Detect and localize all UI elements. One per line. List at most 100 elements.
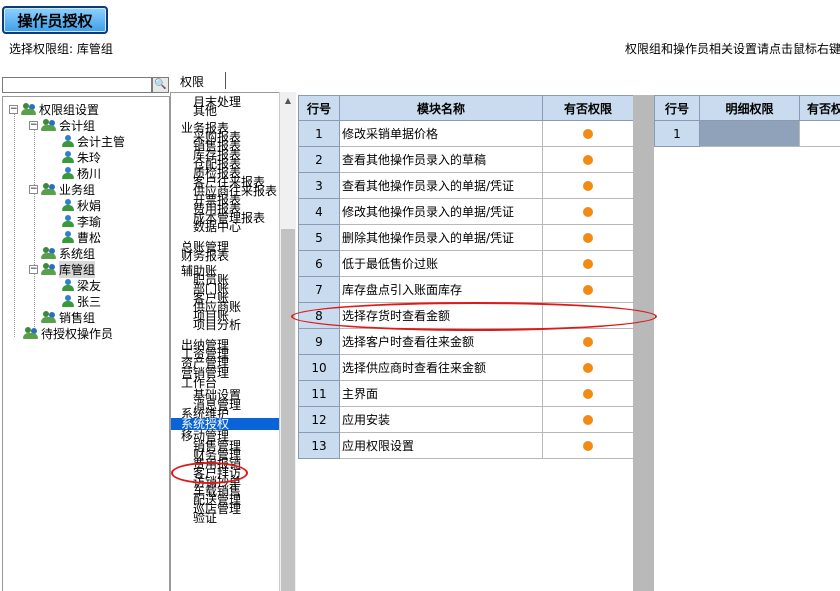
column-header-row-no[interactable]: 行号: [298, 95, 340, 121]
tree-node-member[interactable]: 秋娟: [61, 197, 101, 213]
tree-node-root[interactable]: − 权限组设置: [9, 101, 99, 117]
tree-node-label: 曹松: [77, 230, 102, 245]
tree-node-label: 权限组设置: [39, 102, 100, 117]
tree-node-label: 梁友: [77, 278, 102, 293]
hint-text: 权限组和操作员相关设置请点击鼠标右键: [625, 42, 840, 56]
column-header-row-no[interactable]: 行号: [654, 95, 700, 121]
collapse-icon[interactable]: −: [29, 264, 38, 274]
table-row[interactable]: 1 修改采销单据价格: [298, 120, 634, 147]
table-row[interactable]: 9 选择客户时查看往来金额: [298, 328, 634, 355]
collapse-icon[interactable]: −: [29, 184, 38, 194]
permission-cell[interactable]: [542, 172, 634, 199]
tree-node-group-selected[interactable]: − 库管组: [29, 260, 96, 278]
table-row[interactable]: 8 选择存货时查看金额: [298, 302, 634, 329]
search-button[interactable]: 🔍: [152, 77, 169, 93]
tree-node-member[interactable]: 张三: [61, 293, 101, 309]
module-name-cell[interactable]: 库存盘点引入账面库存: [339, 276, 543, 303]
tree-node-label: 系统组: [59, 246, 96, 261]
table-row[interactable]: 6 低于最低售价过账: [298, 250, 634, 277]
tree-node-member[interactable]: 梁友: [61, 277, 101, 293]
group-icon: [41, 182, 57, 196]
search-input[interactable]: [2, 77, 152, 93]
tree-node-label: 杨川: [77, 166, 102, 181]
permission-cell[interactable]: [542, 380, 634, 407]
module-name-cell[interactable]: 查看其他操作员录入的单据/凭证: [339, 172, 543, 199]
module-item[interactable]: 验证: [193, 512, 217, 524]
tree-node-member[interactable]: 曹松: [61, 229, 101, 245]
collapse-icon[interactable]: −: [9, 104, 18, 114]
user-icon: [61, 214, 75, 228]
permission-cell[interactable]: [542, 354, 634, 381]
table-row[interactable]: 12 应用安装: [298, 406, 634, 433]
module-name-cell[interactable]: 应用安装: [339, 406, 543, 433]
table-row[interactable]: 1: [654, 120, 840, 147]
row-number: 12: [298, 406, 340, 433]
module-name-cell[interactable]: 主界面: [339, 380, 543, 407]
scroll-up-icon[interactable]: ▲: [280, 92, 296, 109]
tree-node-group[interactable]: 系统组: [41, 245, 95, 261]
module-tree-scrollbar[interactable]: ▲: [279, 92, 296, 591]
table-row[interactable]: 11 主界面: [298, 380, 634, 407]
permission-cell[interactable]: [542, 276, 634, 303]
table-row[interactable]: 10 选择供应商时查看往来金额: [298, 354, 634, 381]
module-name-cell[interactable]: 修改其他操作员录入的单据/凭证: [339, 198, 543, 225]
module-item[interactable]: 其他: [193, 105, 217, 117]
detail-cell[interactable]: [799, 120, 840, 147]
permission-cell[interactable]: [542, 328, 634, 355]
user-icon: [61, 134, 75, 148]
tree-node-group[interactable]: − 业务组: [29, 181, 95, 197]
column-header-module-name[interactable]: 模块名称: [339, 95, 543, 121]
permission-granted-icon: [583, 129, 593, 139]
permission-granted-icon: [583, 181, 593, 191]
module-item[interactable]: 项目分析: [193, 319, 241, 331]
permission-cell[interactable]: [542, 302, 634, 329]
tree-node-label: 库管组: [59, 260, 96, 278]
column-header-has-permission[interactable]: 有否权限: [542, 95, 634, 121]
row-number: 9: [298, 328, 340, 355]
detail-cell[interactable]: [699, 120, 800, 147]
module-name-cell[interactable]: 应用权限设置: [339, 432, 543, 459]
splitter[interactable]: [633, 95, 654, 591]
module-item[interactable]: 财务报表: [181, 250, 229, 262]
module-name-cell[interactable]: 查看其他操作员录入的草稿: [339, 146, 543, 173]
module-name-cell[interactable]: 选择供应商时查看往来金额: [339, 354, 543, 381]
table-row[interactable]: 7 库存盘点引入账面库存: [298, 276, 634, 303]
tree-node-group[interactable]: 销售组: [41, 309, 95, 325]
permission-cell[interactable]: [542, 406, 634, 433]
tree-node-member[interactable]: 李瑜: [61, 213, 101, 229]
tree-node-pending[interactable]: 待授权操作员: [23, 325, 113, 341]
module-name-cell[interactable]: 修改采销单据价格: [339, 120, 543, 147]
permission-cell[interactable]: [542, 432, 634, 459]
column-header-detail-permission[interactable]: 明细权限: [699, 95, 800, 121]
module-name-cell[interactable]: 选择存货时查看金额: [339, 302, 543, 329]
permission-cell[interactable]: [542, 146, 634, 173]
table-row[interactable]: 5 删除其他操作员录入的单据/凭证: [298, 224, 634, 251]
column-header-has-permission[interactable]: 有否权: [799, 95, 840, 121]
tree-node-member[interactable]: 朱玲: [61, 149, 101, 165]
row-number: 8: [298, 302, 340, 329]
module-item[interactable]: 数据中心: [193, 221, 241, 233]
table-row[interactable]: 3 查看其他操作员录入的单据/凭证: [298, 172, 634, 199]
table-row[interactable]: 13 应用权限设置: [298, 432, 634, 459]
module-name-cell[interactable]: 低于最低售价过账: [339, 250, 543, 277]
tree-node-member[interactable]: 杨川: [61, 165, 101, 181]
permission-group-tree[interactable]: − 权限组设置 − 会计组 会计主管 朱玲 杨川 − 业务组 秋娟 李瑜 曹松 …: [2, 96, 170, 591]
permission-granted-icon: [583, 155, 593, 165]
permission-cell[interactable]: [542, 250, 634, 277]
permission-cell[interactable]: [542, 120, 634, 147]
tree-node-group[interactable]: − 会计组: [29, 117, 95, 133]
module-tree[interactable]: 月末处理 其他 业务报表 采购报表 销售报表 库存报表 仓配报表 质检报表 客户往来报表 供应商往…: [170, 92, 296, 591]
collapse-icon[interactable]: −: [29, 120, 38, 130]
permission-cell[interactable]: [542, 224, 634, 251]
scroll-thumb[interactable]: [281, 229, 295, 591]
table-row[interactable]: 2 查看其他操作员录入的草稿: [298, 146, 634, 173]
table-row[interactable]: 4 修改其他操作员录入的单据/凭证: [298, 198, 634, 225]
module-name-cell[interactable]: 删除其他操作员录入的单据/凭证: [339, 224, 543, 251]
permission-cell[interactable]: [542, 198, 634, 225]
row-number: 7: [298, 276, 340, 303]
tree-node-member[interactable]: 会计主管: [61, 133, 125, 149]
tab-permission[interactable]: 权限: [180, 73, 204, 90]
user-icon: [61, 278, 75, 292]
tree-node-label: 李瑜: [77, 214, 102, 229]
module-name-cell[interactable]: 选择客户时查看往来金额: [339, 328, 543, 355]
